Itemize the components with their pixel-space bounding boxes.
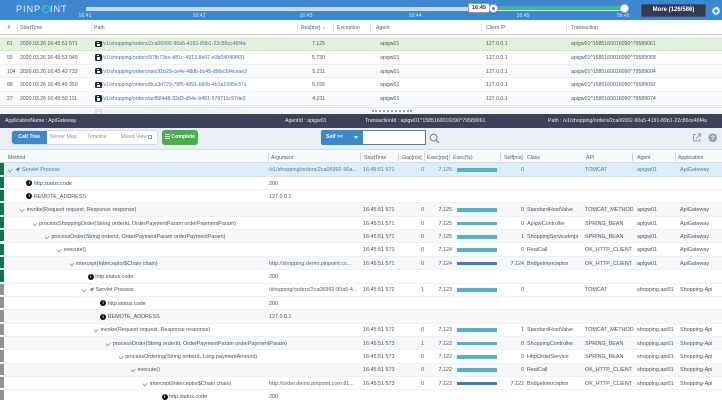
svg-text:?: ? <box>710 134 714 141</box>
